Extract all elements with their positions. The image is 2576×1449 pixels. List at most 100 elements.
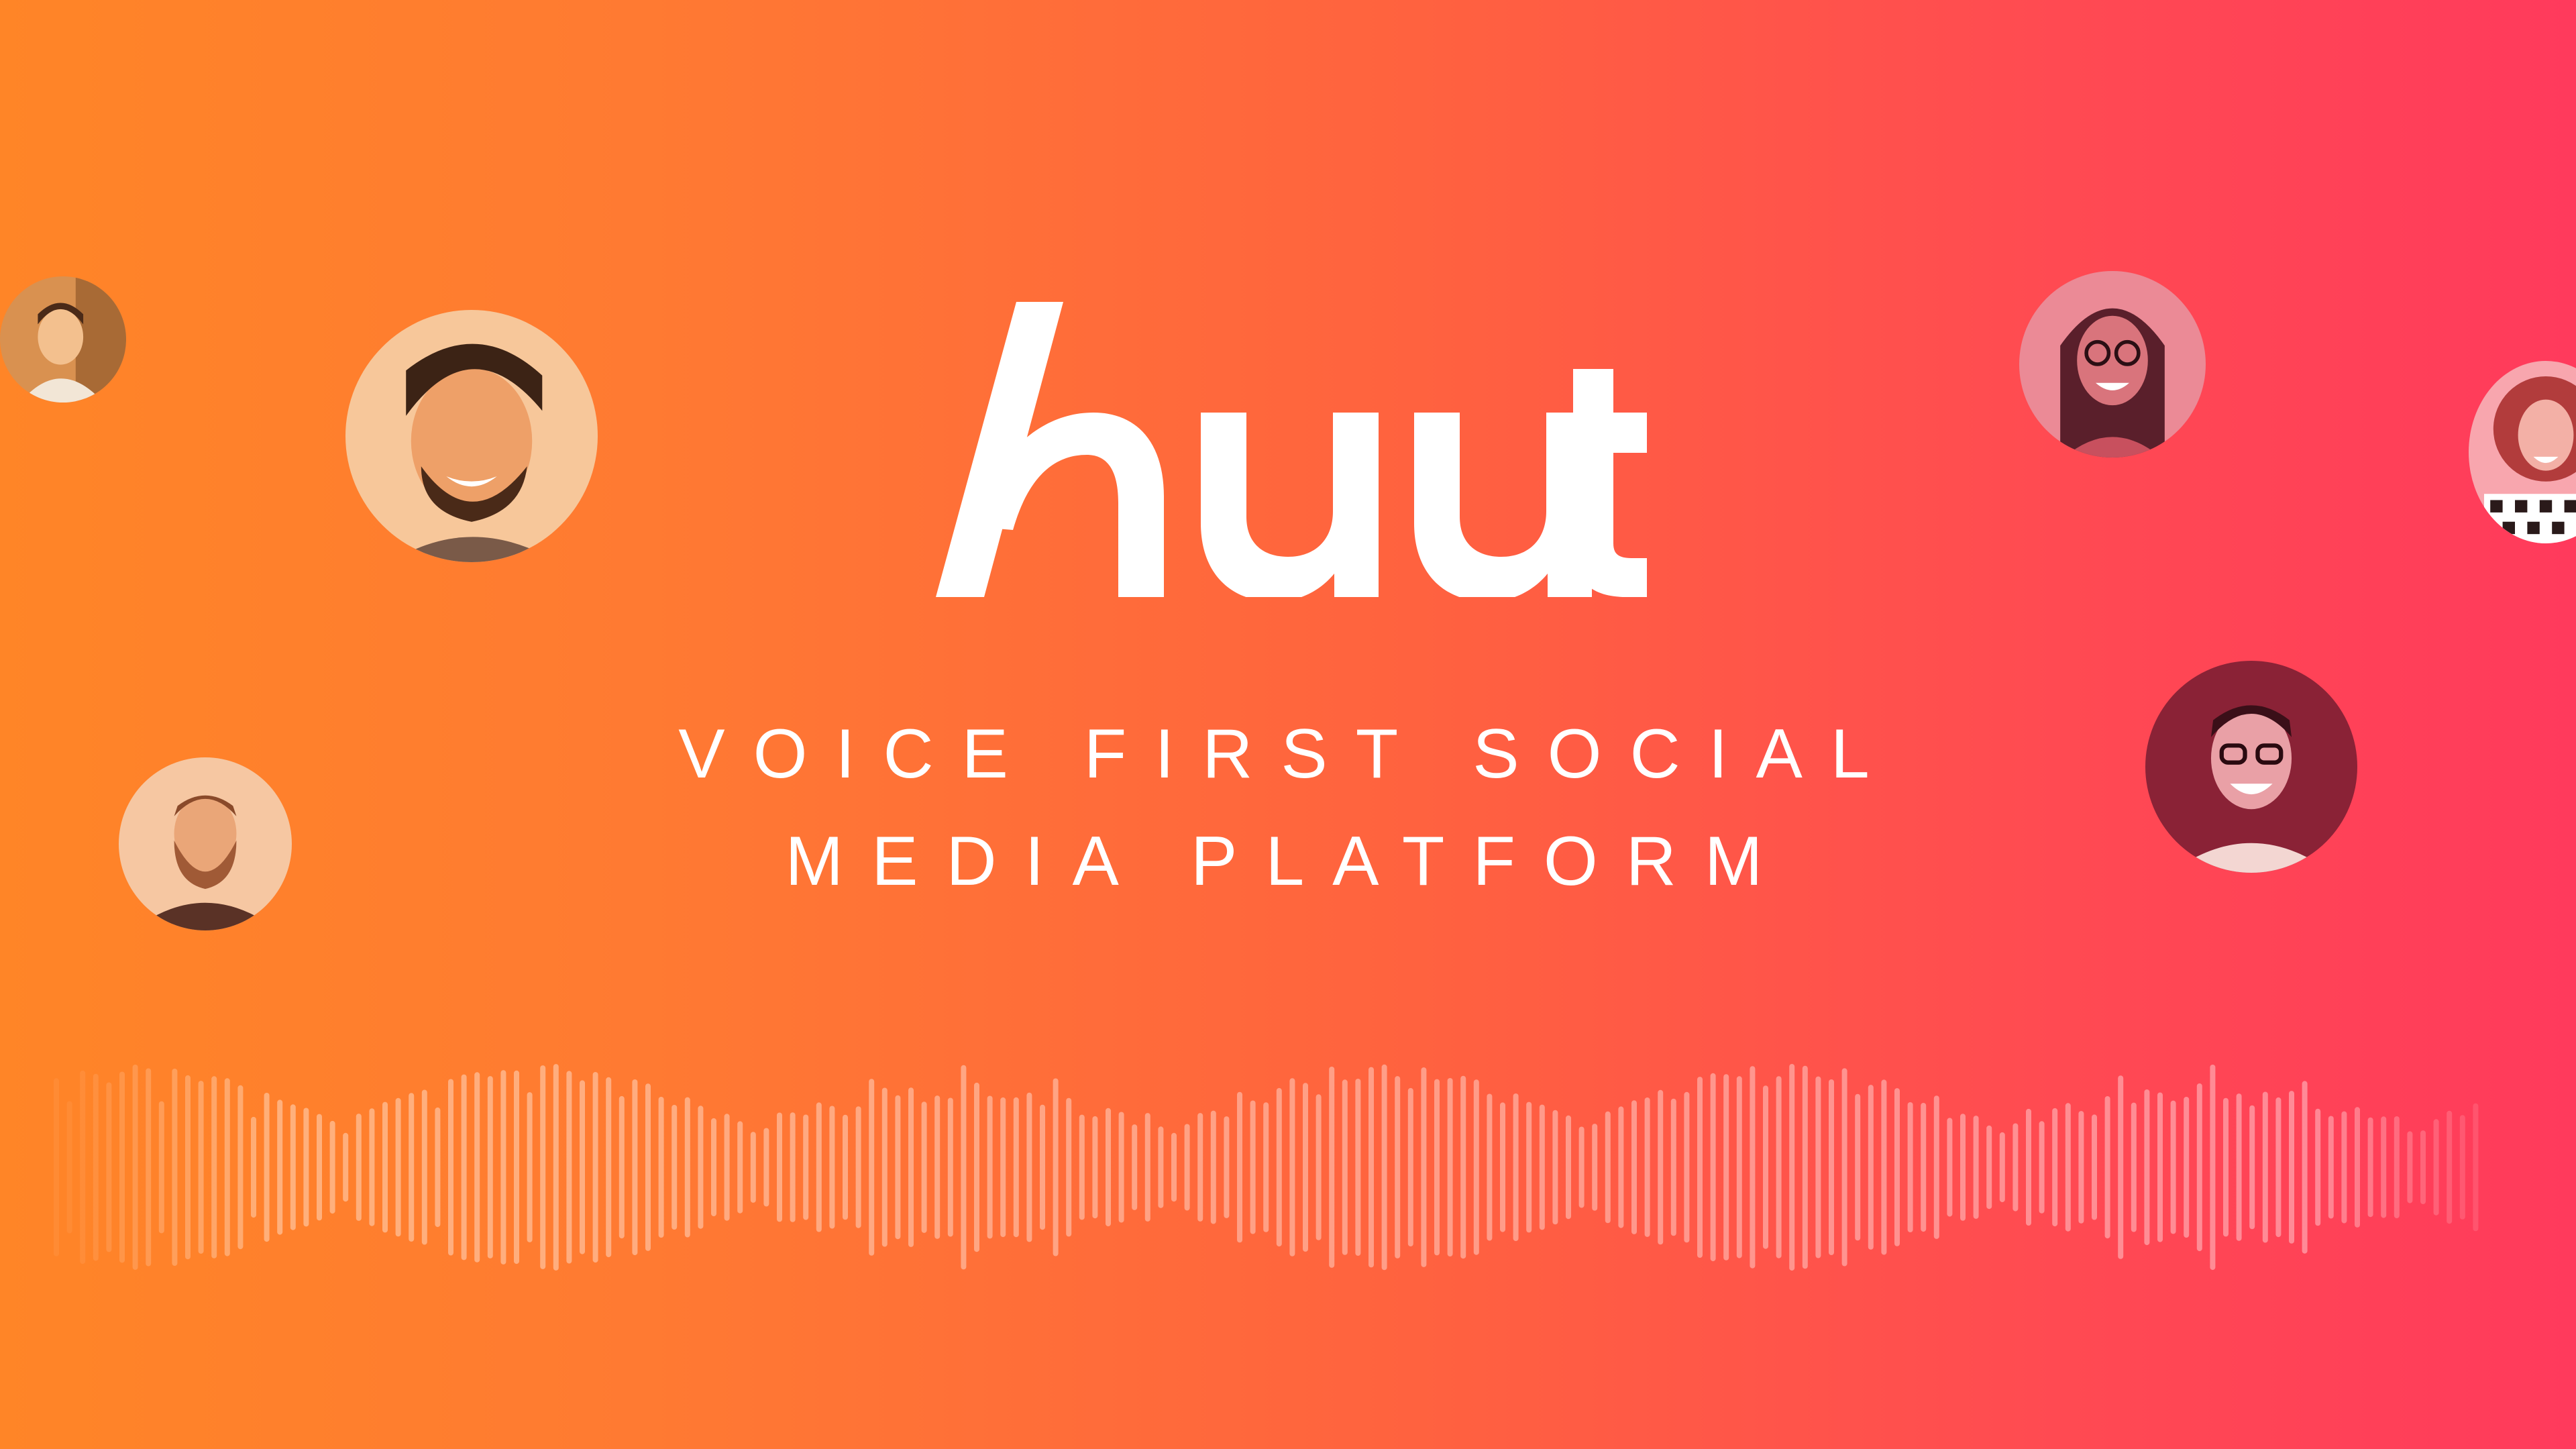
waveform-bar bbox=[1921, 1103, 1927, 1232]
waveform-bar bbox=[2078, 1111, 2084, 1224]
waveform-bar bbox=[1487, 1093, 1493, 1241]
waveform-bar bbox=[2473, 1103, 2479, 1232]
waveform-bar bbox=[172, 1069, 178, 1266]
waveform-bar bbox=[395, 1097, 401, 1237]
waveform-bar bbox=[290, 1104, 296, 1230]
waveform-bar bbox=[2367, 1117, 2373, 1218]
waveform-bar bbox=[1710, 1073, 1716, 1262]
waveform-bar bbox=[1592, 1124, 1598, 1211]
waveform-bar bbox=[1473, 1079, 1479, 1255]
waveform-bar bbox=[66, 1101, 72, 1234]
waveform-bar bbox=[1933, 1095, 1939, 1239]
waveform-bar bbox=[684, 1097, 690, 1238]
waveform-bar bbox=[343, 1132, 349, 1202]
waveform-bar bbox=[855, 1106, 861, 1228]
waveform-bar bbox=[2065, 1103, 2071, 1232]
waveform-bar bbox=[1263, 1102, 1269, 1232]
waveform-bar bbox=[1658, 1089, 1664, 1245]
waveform-bar bbox=[645, 1083, 651, 1251]
waveform-bar bbox=[1197, 1113, 1203, 1222]
avatar-man-glasses-right bbox=[2145, 661, 2357, 873]
waveform-bar bbox=[1289, 1078, 1295, 1256]
waveform-bar bbox=[2249, 1105, 2255, 1230]
avatar-man-smiling-left bbox=[345, 310, 598, 562]
waveform-bar bbox=[961, 1065, 967, 1270]
waveform-bar bbox=[2184, 1097, 2190, 1238]
waveform-bar bbox=[303, 1108, 309, 1227]
waveform-bar bbox=[1697, 1077, 1703, 1258]
waveform-bar bbox=[1316, 1094, 1322, 1240]
waveform-bar bbox=[119, 1071, 125, 1263]
waveform-bar bbox=[1894, 1088, 1900, 1246]
waveform-bar bbox=[816, 1102, 822, 1232]
waveform-bar bbox=[2289, 1091, 2294, 1244]
waveform-bar bbox=[2275, 1097, 2282, 1238]
waveform-bar bbox=[158, 1101, 164, 1234]
waveform-bar bbox=[1184, 1124, 1190, 1211]
waveform-bar bbox=[1789, 1064, 1795, 1271]
waveform-bar bbox=[2447, 1110, 2453, 1224]
audio-waveform bbox=[54, 1064, 2479, 1271]
waveform-bar bbox=[1578, 1126, 1585, 1208]
avatar-woman-glasses-right bbox=[2019, 271, 2206, 458]
waveform-bar bbox=[2341, 1111, 2347, 1224]
waveform-bar bbox=[1013, 1097, 1019, 1238]
waveform-bar bbox=[93, 1073, 99, 1261]
waveform-bar bbox=[1513, 1093, 1519, 1241]
waveform-bar bbox=[895, 1095, 901, 1240]
waveform-bar bbox=[264, 1093, 270, 1242]
waveform-bar bbox=[921, 1102, 927, 1233]
waveform-bar bbox=[974, 1082, 979, 1252]
waveform-bar bbox=[474, 1072, 480, 1263]
waveform-bar bbox=[1460, 1075, 1466, 1259]
waveform-bar bbox=[251, 1116, 256, 1218]
waveform-bar bbox=[2196, 1083, 2202, 1252]
waveform-bar bbox=[80, 1070, 86, 1265]
waveform-bar bbox=[1750, 1066, 1756, 1269]
waveform-bar bbox=[1802, 1065, 1808, 1269]
waveform-bar bbox=[1999, 1132, 2005, 1203]
waveform-bar bbox=[1144, 1113, 1150, 1222]
waveform-bar bbox=[1552, 1110, 1558, 1225]
waveform-bar bbox=[1118, 1112, 1124, 1223]
waveform-bar bbox=[1618, 1106, 1624, 1228]
waveform-bar bbox=[329, 1120, 335, 1214]
waveform-bar bbox=[711, 1118, 716, 1217]
waveform-bar bbox=[2302, 1081, 2308, 1254]
waveform-bar bbox=[1421, 1067, 1427, 1267]
waveform-bar bbox=[2262, 1091, 2268, 1243]
waveform-bar bbox=[527, 1092, 533, 1242]
waveform-bar bbox=[2026, 1108, 2031, 1226]
waveform-bar bbox=[1723, 1074, 1729, 1260]
waveform-bar bbox=[843, 1114, 848, 1220]
waveform-bar bbox=[672, 1105, 678, 1230]
waveform-bar bbox=[211, 1076, 217, 1258]
waveform-bar bbox=[1224, 1116, 1230, 1218]
avatar-woman-curly-right bbox=[2469, 361, 2576, 543]
waveform-bar bbox=[1960, 1114, 1966, 1221]
waveform-bar bbox=[2118, 1075, 2124, 1259]
waveform-bar bbox=[580, 1080, 585, 1254]
waveform-bar bbox=[592, 1072, 598, 1263]
waveform-bar bbox=[750, 1132, 756, 1203]
waveform-bar bbox=[1132, 1124, 1138, 1210]
waveform-bar bbox=[606, 1077, 612, 1258]
waveform-bar bbox=[2170, 1100, 2176, 1234]
waveform-bar bbox=[1644, 1097, 1650, 1237]
waveform-bar bbox=[1407, 1087, 1413, 1246]
waveform-bar bbox=[2328, 1116, 2334, 1219]
hero-banner: huut VOICE FIRST SOCIAL MEDIA PLATFORM bbox=[0, 0, 2576, 1449]
waveform-bar bbox=[2104, 1096, 2110, 1239]
waveform-bar bbox=[1040, 1104, 1045, 1230]
waveform-bar bbox=[829, 1106, 835, 1229]
waveform-bar bbox=[987, 1095, 993, 1239]
waveform-bar bbox=[1079, 1114, 1085, 1220]
waveform-bar bbox=[54, 1078, 59, 1256]
waveform-bar bbox=[1631, 1100, 1637, 1234]
waveform-bar bbox=[1736, 1076, 1742, 1258]
waveform-bar bbox=[1670, 1098, 1676, 1236]
waveform-bar bbox=[881, 1087, 888, 1247]
waveform-bar bbox=[803, 1114, 809, 1220]
waveform-bar bbox=[724, 1114, 730, 1221]
waveform-bar bbox=[2407, 1131, 2413, 1203]
